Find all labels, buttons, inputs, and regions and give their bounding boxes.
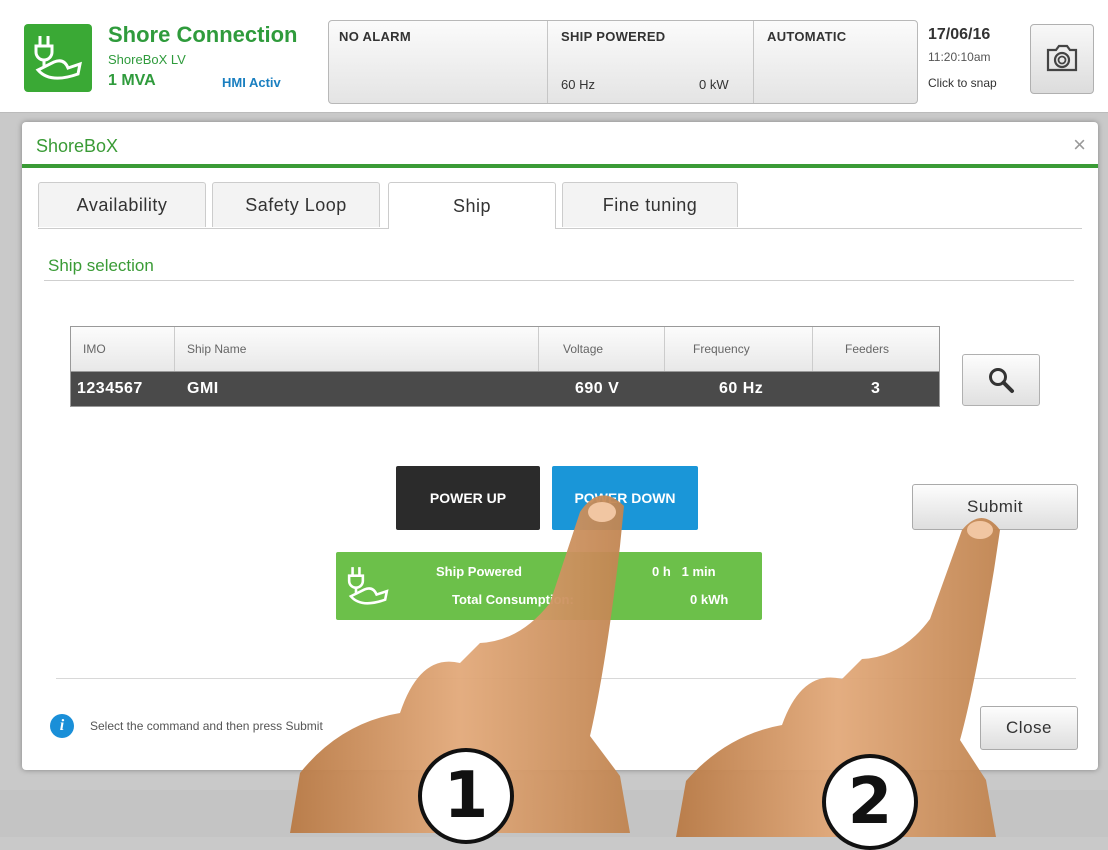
app-subtitle: ShoreBoX LV <box>108 52 186 67</box>
shore-connection-logo <box>24 24 92 92</box>
column-ship-name: Ship Name <box>175 327 539 371</box>
rating-label: 1 MVA <box>108 72 156 89</box>
date-label: 17/06/16 <box>928 26 991 43</box>
column-feeders: Feeders <box>845 342 890 356</box>
top-header-bar: Shore Connection ShoreBoX LV 1 MVA HMI A… <box>0 0 1108 113</box>
ship-status: SHIP POWERED <box>561 29 666 44</box>
tab-ship[interactable]: Ship <box>388 182 556 229</box>
section-title: Ship selection <box>48 256 154 275</box>
step-2-badge: 2 <box>822 754 918 850</box>
info-text: Select the command and then press Submit <box>90 719 323 733</box>
tab-fine-tuning[interactable]: Fine tuning <box>562 182 738 227</box>
title-divider <box>22 164 1098 168</box>
dialog-title: ShoreBoX <box>36 136 119 156</box>
ship-plug-icon <box>34 36 82 80</box>
mode-status: AUTOMATIC <box>767 29 847 44</box>
step-1-badge: 1 <box>418 748 514 844</box>
table-row[interactable]: 1234567 GMI 690 V 60 Hz 3 <box>71 372 939 406</box>
status-panel[interactable]: NO ALARM SHIP POWERED 60 Hz 0 kW AUTOMAT… <box>328 20 918 104</box>
cell-imo: 1234567 <box>77 380 143 397</box>
cell-voltage: 690 V <box>575 380 620 397</box>
ship-status-cell: SHIP POWERED 60 Hz 0 kW <box>547 21 754 103</box>
alarm-status: NO ALARM <box>339 29 411 44</box>
tab-safety-loop[interactable]: Safety Loop <box>212 182 380 227</box>
table-header: IMO Ship Name Voltage Frequency Feeders <box>71 327 939 372</box>
column-frequency: Frequency <box>665 327 813 371</box>
snap-hint: Click to snap <box>928 76 997 90</box>
tab-availability[interactable]: Availability <box>38 182 206 227</box>
cell-feeders: 3 <box>871 380 881 397</box>
search-icon <box>989 368 1014 393</box>
column-imo: IMO <box>71 327 175 371</box>
app-title: Shore Connection <box>108 22 298 47</box>
tab-bar: Availability Safety Loop Ship Fine tunin… <box>38 182 1082 229</box>
close-icon[interactable]: × <box>1073 132 1086 158</box>
cell-frequency: 60 Hz <box>719 380 764 397</box>
column-voltage: Voltage <box>539 327 665 371</box>
snapshot-button[interactable] <box>1030 24 1094 94</box>
mode-cell: AUTOMATIC <box>753 21 917 103</box>
power-value: 0 kW <box>699 77 729 92</box>
cell-ship-name: GMI <box>187 380 219 397</box>
info-icon: i <box>50 714 74 738</box>
frequency-value: 60 Hz <box>561 77 595 92</box>
hmi-status: HMI Activ <box>222 75 281 90</box>
camera-icon <box>1046 44 1078 72</box>
search-button[interactable] <box>962 354 1040 406</box>
alarm-cell: NO ALARM <box>329 21 548 103</box>
section-divider <box>44 280 1074 281</box>
time-label: 11:20:10am <box>928 50 991 64</box>
ship-table: IMO Ship Name Voltage Frequency Feeders … <box>70 326 940 407</box>
